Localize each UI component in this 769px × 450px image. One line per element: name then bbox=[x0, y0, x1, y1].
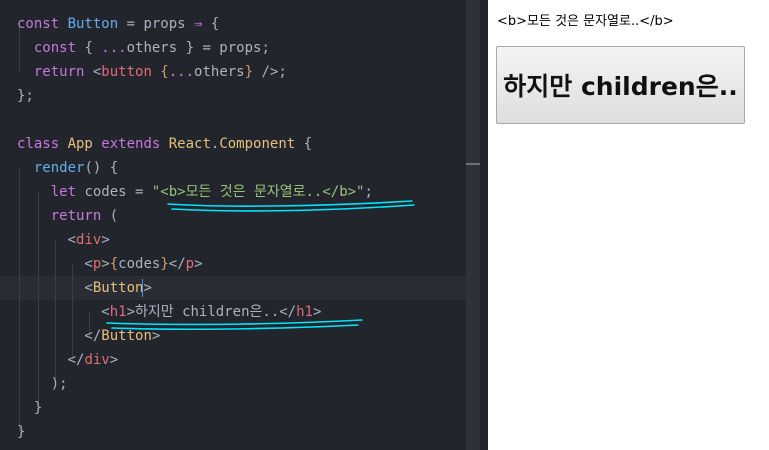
codes-paragraph: <b>모든 것은 문자열로..</b> bbox=[497, 14, 674, 29]
preview-pane: <b>모든 것은 문자열로..</b> 하지만 children은.. bbox=[488, 0, 769, 450]
scrollbar-thumb[interactable] bbox=[466, 163, 480, 165]
pane-divider bbox=[480, 0, 488, 450]
annotation-scribble bbox=[106, 200, 415, 331]
code-editor[interactable]: const Button = props ⇒ { const { ...othe… bbox=[0, 0, 488, 450]
children-button[interactable]: 하지만 children은.. bbox=[496, 46, 745, 124]
editor-scrollbar[interactable] bbox=[466, 0, 480, 450]
